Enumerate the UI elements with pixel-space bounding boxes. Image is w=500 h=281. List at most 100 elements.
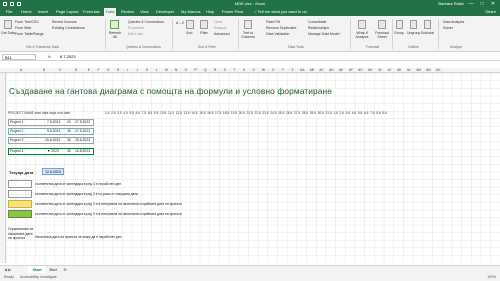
forecast-sheet-button[interactable]: Forecast Sheet <box>374 31 390 39</box>
share-button[interactable]: Share <box>485 8 496 16</box>
tab-view[interactable]: View <box>140 8 149 16</box>
project-days[interactable]: 30 <box>67 149 71 153</box>
project-end[interactable]: 27.5.2023 <box>75 129 90 133</box>
consolidate-button[interactable]: Consolidate <box>308 20 326 24</box>
project-start[interactable]: 7.5.2023 <box>47 120 60 124</box>
maximize-button[interactable]: □ <box>477 0 487 8</box>
existing-connections-button[interactable]: Existing Connections <box>52 26 85 30</box>
group-separator <box>392 19 393 49</box>
project-end[interactable]: 16.8.2023 <box>75 149 90 153</box>
tab-insert[interactable]: Insert <box>38 8 48 16</box>
subtotal-icon <box>424 20 431 29</box>
current-date-value[interactable]: 12.5.2023 <box>42 168 64 175</box>
tell-me-search[interactable]: ○ Tell me what you want to do <box>254 8 307 16</box>
group-get-transform-label: Get & Transform Data <box>26 45 59 49</box>
from-web-button[interactable]: From Web <box>15 26 31 30</box>
group-separator <box>105 19 106 49</box>
properties-button[interactable]: Properties <box>128 26 144 30</box>
data-validation-button[interactable]: Data Validation <box>266 32 289 36</box>
flash-fill-button[interactable]: Flash Fill <box>266 20 280 24</box>
get-data-button[interactable]: Get Data <box>1 31 15 35</box>
project-days[interactable]: 35 <box>67 129 71 133</box>
tab-data[interactable]: Data <box>104 8 117 16</box>
project-name[interactable]: Project 2 <box>10 129 23 133</box>
project-days[interactable]: 20 <box>67 120 71 124</box>
group-data-tools-label: Data Tools <box>288 45 304 49</box>
text-to-columns-button[interactable]: Text to Columns <box>240 31 256 39</box>
constraint-label: Ограничение на началната дата на проекта <box>8 227 34 240</box>
project-end[interactable]: 15.6.2023 <box>75 138 90 142</box>
edit-links-button[interactable]: Edit Links <box>128 32 143 36</box>
sort-az-button[interactable]: A→Z <box>176 21 184 25</box>
data-analysis-button[interactable]: Data Analysis <box>443 20 464 24</box>
legend-swatch <box>8 180 32 188</box>
tab-developer[interactable]: Developer <box>156 8 174 16</box>
ungroup-icon <box>410 20 417 29</box>
name-box[interactable]: B11 <box>2 54 36 60</box>
group-separator <box>438 19 439 49</box>
tab-power-pivot[interactable]: Power Pivot <box>222 8 243 16</box>
sheet-tabs-bar: ◀ ▶ Start End ⊕ <box>0 265 500 274</box>
tab-file[interactable]: File <box>6 8 12 16</box>
forecast-sheet-icon <box>378 20 386 29</box>
legend-swatch-green <box>8 210 32 218</box>
tab-home[interactable]: Home <box>21 8 32 16</box>
minimize-button[interactable]: — <box>466 0 476 8</box>
project-start[interactable]: 9.6.2023 <box>47 129 60 133</box>
title-bar: MDE.xlsx - Excel Barbara Radic — □ ✕ <box>0 0 500 8</box>
group-outline-label: Outline <box>408 45 419 49</box>
legend-text: съответства дата от календара в ред 3 е … <box>35 202 182 206</box>
calendar-day-numbers: 1.5 2.5 3.5 4.5 5.5 6.5 7.5 8.5 9.5 10.5… <box>105 111 387 115</box>
tab-help[interactable]: Help <box>206 8 214 16</box>
manage-data-model-button[interactable]: Manage Data Model <box>308 32 340 36</box>
project-days[interactable]: 30 <box>67 138 71 142</box>
ribbon-tabs: File Home Insert Page Layout Formulas Da… <box>0 8 500 16</box>
reapply-button[interactable]: Reapply <box>214 26 227 30</box>
sort-icon <box>186 20 194 29</box>
tab-review[interactable]: Review <box>121 8 134 16</box>
project-start[interactable]: 15.6.2023 <box>45 138 60 142</box>
excel-window: MDE.xlsx - Excel Barbara Radic — □ ✕ Fil… <box>0 0 500 281</box>
ribbon: Get Data From Text/CSV From Web From Tab… <box>0 16 500 52</box>
from-table-button[interactable]: From Table/Range <box>15 32 44 36</box>
group-button[interactable]: Group <box>394 31 404 35</box>
formula-input[interactable]: 6.7.2023 <box>60 53 76 61</box>
tab-formulas[interactable]: Formulas <box>83 8 100 16</box>
recent-sources-button[interactable]: Recent Sources <box>52 20 77 24</box>
user-name[interactable]: Barbara Radic <box>438 0 464 8</box>
close-button[interactable]: ✕ <box>488 0 498 8</box>
what-if-analysis-button[interactable]: What-If Analysis <box>352 31 372 39</box>
from-text-button[interactable]: From Text/CSV <box>15 20 39 24</box>
group-forecast-label: Forecast <box>366 45 380 49</box>
constraint-text: Началната дата на проекта не може да е н… <box>35 235 123 239</box>
sort-button[interactable]: Sort <box>186 31 192 35</box>
table-header: PROJECT NAME start date days end date <box>8 111 71 115</box>
what-if-icon <box>358 20 366 29</box>
queries-connections-button[interactable]: Queries & Connections <box>128 20 164 24</box>
tell-me-text: Tell me what you want to do <box>257 9 307 14</box>
refresh-icon <box>110 20 119 29</box>
subtotal-button[interactable]: Subtotal <box>421 31 434 35</box>
solver-button[interactable]: Solver <box>443 26 453 30</box>
tab-my-macros[interactable]: My Macros <box>181 8 201 16</box>
accessibility-status[interactable]: Accessibility: Investigate <box>20 273 57 281</box>
tab-page-layout[interactable]: Page Layout <box>56 8 78 16</box>
group-separator <box>350 19 351 49</box>
zoom-level[interactable]: 100% <box>487 273 496 281</box>
refresh-all-button[interactable]: Refresh All <box>107 31 123 39</box>
project-name[interactable]: Project 3 <box>10 138 23 142</box>
relationships-button[interactable]: Relationships <box>308 26 329 30</box>
legend-text: съответства дата от календара в ред 3 е … <box>35 182 122 186</box>
filter-button[interactable]: Filter <box>200 31 208 35</box>
clear-button[interactable]: Clear <box>214 20 222 24</box>
project-name[interactable]: Project 4 <box>10 149 23 153</box>
advanced-button[interactable]: Advanced <box>214 32 230 36</box>
remove-duplicates-button[interactable]: Remove Duplicates <box>266 26 296 30</box>
fx-icon[interactable]: fx <box>48 53 51 61</box>
project-start-dropdown[interactable]: ▼ 2023 <box>47 149 59 153</box>
legend-text: съответства дата от календара в ред 3 е … <box>35 212 182 216</box>
project-end[interactable]: 27.5.2023 <box>75 120 90 124</box>
group-sort-label: Sort & Filter <box>198 45 216 49</box>
project-name[interactable]: Project 1 <box>10 120 23 124</box>
ungroup-button[interactable]: Ungroup <box>407 31 420 35</box>
